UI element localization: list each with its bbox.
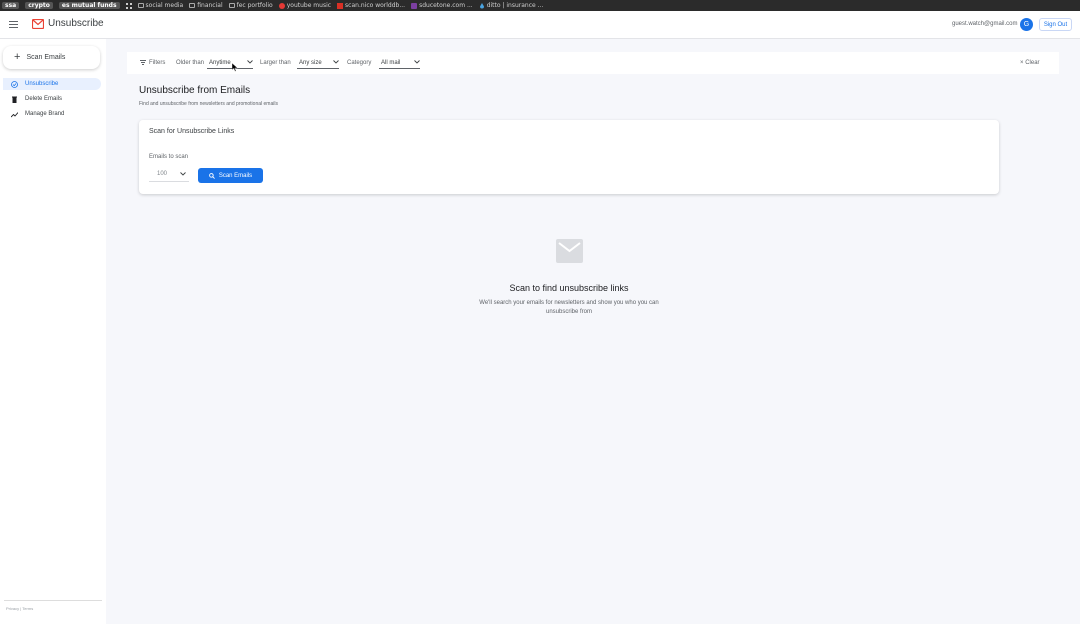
scan-button-label: Scan Emails (26, 54, 66, 61)
older-than-select[interactable]: Anytime (207, 57, 253, 69)
chevron-down-icon (333, 60, 339, 64)
older-than-value: Anytime (209, 59, 231, 66)
bookmark-crypto[interactable]: crypto (25, 2, 53, 9)
filter-icon (140, 60, 146, 65)
sidebar-item-label: Unsubscribe (25, 81, 59, 87)
emails-to-scan-label: Emails to scan (149, 154, 189, 160)
mail-icon (556, 239, 583, 263)
page-title: Unsubscribe from Emails (139, 85, 251, 96)
plus-icon: + (14, 51, 21, 63)
older-than-label: Older than (176, 60, 205, 66)
close-icon: × (1020, 60, 1024, 66)
clear-filters-button[interactable]: × Clear (1020, 60, 1040, 66)
sidebar-item-unsubscribe[interactable]: Unsubscribe (3, 78, 101, 90)
folder-icon (137, 3, 144, 8)
category-select[interactable]: All mail (379, 57, 420, 69)
bookmark-mutual-funds[interactable]: es mutual funds (58, 2, 120, 9)
bookmarks-bar: ssa crypto es mutual funds social media … (0, 0, 1080, 11)
sidebar-item-delete-emails[interactable]: Delete Emails (3, 93, 101, 105)
clear-label: Clear (1025, 60, 1040, 66)
sidebar-item-label: Delete Emails (25, 96, 63, 102)
category-label: Category (347, 60, 372, 66)
mouse-cursor-icon (232, 63, 238, 72)
category-value: All mail (381, 59, 401, 66)
larger-than-select[interactable]: Any size (297, 57, 339, 69)
card-title: Scan for Unsubscribe Links (149, 128, 235, 135)
user-email: guest.watch@gmail.com (952, 21, 1018, 27)
bookmark-label: scan.nico worlddb... (345, 2, 406, 9)
bookmark-ditto[interactable]: ditto | insurance ... (479, 2, 544, 9)
folder-icon (189, 3, 196, 8)
circle-check-icon (11, 80, 18, 88)
folder-icon (228, 3, 235, 8)
bookmark-label: ditto | insurance ... (486, 2, 544, 9)
drop-icon (479, 2, 484, 8)
scan-emails-label: Scan Emails (218, 172, 253, 179)
bookmark-sducetone[interactable]: sducetone.com ... (411, 2, 473, 9)
sidebar-item-label: Manage Brand (25, 111, 65, 117)
bookmark-label: fec portfolio (236, 2, 273, 9)
bookmark-youtube-music[interactable]: youtube music (278, 2, 332, 9)
grid-icon (125, 2, 132, 9)
bookmark-apps[interactable] (125, 2, 132, 9)
bookmark-scan-nico[interactable]: scan.nico worlddb... (337, 2, 405, 9)
bookmark-label: social media (145, 2, 184, 9)
larger-than-label: Larger than (260, 60, 291, 66)
app-header: Unsubscribe guest.watch@gmail.com G Sign… (0, 11, 1080, 39)
empty-state-subtitle: We'll search your emails for newsletters… (479, 300, 659, 315)
gmail-logo-icon (32, 19, 44, 29)
filter-bar: Filters Older than Anytime Larger than A… (127, 52, 1059, 74)
youtube-music-icon (278, 2, 285, 9)
site-icon (411, 2, 418, 9)
sidebar-divider (4, 600, 102, 601)
sidebar: + Scan Emails Unsubscribe Delete Emails … (0, 39, 106, 624)
bookmark-ssa[interactable]: ssa (2, 2, 20, 9)
trend-icon (11, 111, 18, 117)
empty-state-title: Scan to find unsubscribe links (509, 283, 629, 293)
page-subtitle: Find and unsubscribe from newsletters an… (139, 101, 278, 107)
chevron-down-icon (247, 60, 253, 64)
bookmark-label: youtube music (286, 2, 332, 9)
chevron-down-icon (180, 172, 186, 176)
emails-to-scan-value: 100 (157, 171, 168, 177)
bookmark-label: sducetone.com ... (419, 2, 473, 9)
sign-out-button[interactable]: Sign Out (1039, 18, 1072, 31)
app-title: Unsubscribe (48, 18, 104, 29)
sidebar-item-manage-brand[interactable]: Manage Brand (3, 108, 101, 120)
hamburger-menu-icon[interactable] (9, 21, 18, 28)
bookmark-social-media[interactable]: social media (137, 2, 184, 9)
bookmark-fec-portfolio[interactable]: fec portfolio (228, 2, 273, 9)
sidebar-footer[interactable]: Privacy | Terms (6, 606, 33, 611)
larger-than-value: Any size (299, 59, 322, 66)
search-icon (208, 172, 215, 179)
bookmark-financial[interactable]: financial (189, 2, 223, 9)
sidebar-scan-emails-button[interactable]: + Scan Emails (3, 46, 100, 69)
trash-icon (12, 96, 17, 103)
bookmark-label: financial (197, 2, 223, 9)
emails-to-scan-select[interactable]: 100 (149, 167, 189, 182)
scan-emails-button[interactable]: Scan Emails (198, 168, 263, 183)
scan-card: Scan for Unsubscribe Links Emails to sca… (139, 120, 999, 194)
avatar[interactable]: G (1020, 18, 1033, 31)
pdf-icon (337, 2, 344, 9)
chevron-down-icon (414, 60, 420, 64)
filters-label: Filters (149, 60, 166, 66)
